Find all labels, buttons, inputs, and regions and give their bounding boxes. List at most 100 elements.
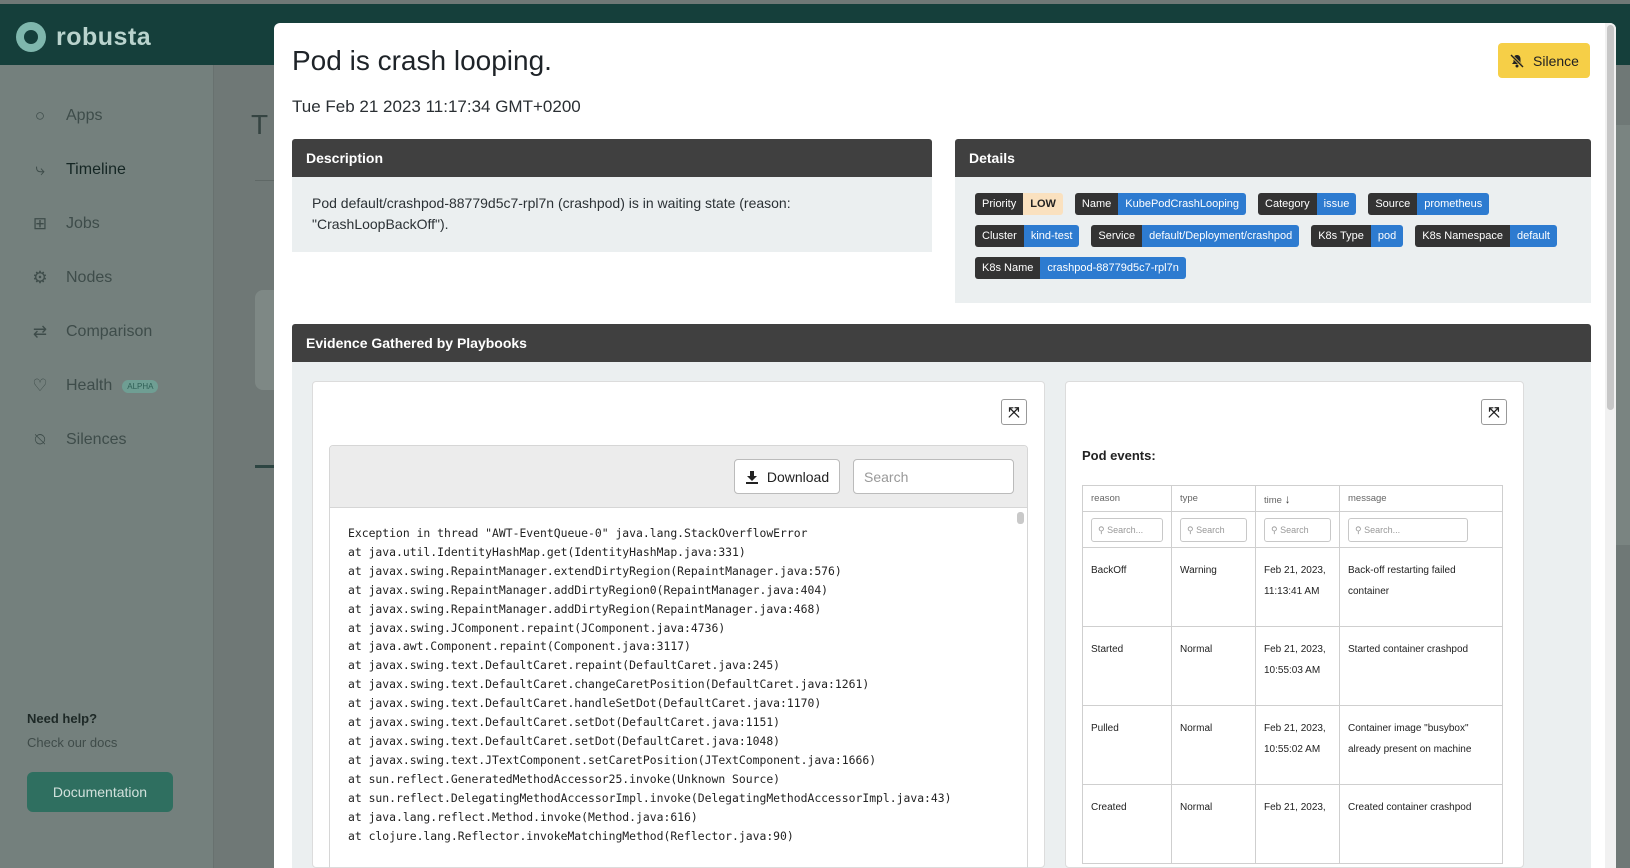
event-message: Started container crashpod [1339, 626, 1503, 706]
column-header-label: time [1264, 494, 1282, 506]
modal-title: Pod is crash looping. [292, 45, 552, 76]
tag-key: K8s Type [1311, 225, 1371, 247]
jobs-icon: ⊞ [32, 214, 48, 233]
evidence-panel: Evidence Gathered by Playbooks [292, 324, 1591, 362]
comparison-icon: ⇄ [32, 322, 48, 341]
tag-key: K8s Name [975, 257, 1041, 279]
details-panel: Details Priority LOW Name KubePodCrashLoop… [955, 139, 1591, 303]
log-scrollbar[interactable] [1017, 512, 1024, 524]
help-section: Need help? Check our docs [27, 711, 117, 750]
tag-value: prometheus [1417, 193, 1490, 215]
silence-label: Silence [1533, 52, 1579, 69]
sidebar-item-label: Silences [66, 431, 127, 448]
robusta-logo[interactable]: robusta [16, 22, 151, 52]
time-filter-input[interactable]: ⚲ Search [1264, 517, 1331, 542]
sort-arrow-down-icon: ↓ [1284, 491, 1291, 506]
filter-cell: ⚲ Search [1255, 511, 1340, 548]
log-line: at clojure.lang.Reflector.invokeMatching… [348, 828, 794, 843]
expand-icon[interactable]: ⤧ [1001, 399, 1027, 425]
sidebar-item-silences[interactable]: ⍉ Silences [30, 430, 127, 450]
sidebar-item-label: Apps [66, 107, 103, 124]
search-icon: ⚲ [1355, 524, 1362, 535]
search-icon: ⚲ [1098, 524, 1105, 535]
description-text: Pod default/crashpod-88779d5c7-rpl7n (cr… [292, 177, 932, 252]
logo-text: robusta [56, 22, 152, 51]
log-line: at javax.swing.RepaintManager.addDirtyRe… [348, 582, 829, 597]
tag-value: KubePodCrashLooping [1118, 193, 1247, 215]
cell-text: Started container crashpod [1348, 644, 1469, 655]
alert-timestamp: Tue Feb 21 2023 11:17:34 GMT+0200 [292, 97, 581, 116]
type-filter-input[interactable]: ⚲ Search [1180, 517, 1247, 542]
cell-text: Started [1091, 644, 1124, 655]
column-header-time[interactable]: time ↓ [1255, 485, 1340, 512]
tag-value: crashpod-88779d5c7-rpl7n [1040, 257, 1186, 279]
log-search-input[interactable] [853, 459, 1014, 494]
details-header: Details [955, 139, 1591, 177]
log-text: Exception in thread "AWT-EventQueue-0" j… [330, 508, 1027, 861]
alpha-badge: ALPHA [122, 379, 159, 393]
nodes-icon: ⚙ [32, 268, 48, 287]
message-filter-input[interactable]: ⚲ Search... [1348, 517, 1468, 542]
log-line: at javax.swing.RepaintManager.addDirtyRe… [348, 601, 822, 616]
sidebar-item-comparison[interactable]: ⇄ Comparison [30, 322, 152, 342]
alert-modal: Pod is crash looping. Tue Feb 21 2023 11… [274, 23, 1616, 868]
cell-text: BackOff [1091, 565, 1127, 576]
expand-icon[interactable]: ⤧ [1481, 399, 1507, 425]
sidebar-item-label: Comparison [66, 323, 153, 340]
search-icon: ⚲ [1187, 524, 1194, 535]
filter-placeholder: Search [1196, 524, 1225, 535]
sidebar-item-label: Jobs [66, 215, 100, 232]
event-time: Feb 21, 2023, [1255, 784, 1340, 864]
reason-filter-input[interactable]: ⚲ Search... [1091, 517, 1163, 542]
description-header: Description [292, 139, 932, 177]
event-reason: Pulled [1082, 705, 1172, 785]
details-tags: Priority LOW Name KubePodCrashLooping Cate… [955, 177, 1591, 303]
column-header-reason[interactable]: reason [1082, 485, 1172, 512]
column-header-message[interactable]: message [1339, 485, 1503, 512]
cell-text: Normal [1180, 644, 1213, 655]
cell-text: Created container crashpod [1348, 802, 1472, 813]
sidebar-item-label: Nodes [66, 269, 113, 286]
tag-key: Priority [975, 193, 1024, 215]
tag-priority: Priority LOW [975, 193, 1063, 215]
tag-key: Source [1368, 193, 1418, 215]
tag-value: kind-test [1023, 225, 1080, 247]
log-line: Exception in thread "AWT-EventQueue-0" j… [348, 526, 808, 540]
tag-k8s-namespace: K8s Namespace default [1415, 225, 1557, 247]
column-header-type[interactable]: type [1171, 485, 1256, 512]
modal-scrollbar-thumb[interactable] [1607, 25, 1614, 410]
download-button[interactable]: Download [734, 459, 840, 494]
tag-k8s-name: K8s Name crashpod-88779d5c7-rpl7n [975, 257, 1186, 279]
tag-category: Category issue [1258, 193, 1357, 215]
sidebar-item-jobs[interactable]: ⊞ Jobs [30, 214, 100, 234]
logs-card: ⤧ Download Exception in thread "AWT-Even… [312, 381, 1045, 868]
event-time: Feb 21, 2023, 10:55:02 AM [1255, 705, 1340, 785]
sidebar-item-nodes[interactable]: ⚙ Nodes [30, 268, 112, 288]
filter-placeholder: Search [1280, 524, 1309, 535]
log-line: at javax.swing.text.DefaultCaret.handleS… [348, 696, 822, 711]
sidebar-item-timeline[interactable]: ⤷ Timeline [30, 160, 126, 180]
health-icon: ♡ [32, 376, 48, 395]
event-message: Container image "busybox" already present… [1339, 705, 1503, 785]
tag-source: Source prometheus [1368, 193, 1490, 215]
help-subtitle[interactable]: Check our docs [27, 735, 117, 750]
event-reason: BackOff [1082, 547, 1172, 627]
tag-value: issue [1316, 193, 1357, 215]
silence-button[interactable]: Silence [1498, 43, 1590, 78]
documentation-button[interactable]: Documentation [27, 772, 173, 812]
table-row: Pulled Normal Feb 21, 2023, 10:55:02 AM C… [1082, 705, 1503, 785]
modal-scrollbar[interactable] [1605, 23, 1616, 868]
pod-events-title: Pod events: [1082, 448, 1156, 463]
log-line: at javax.swing.JComponent.repaint(JCompo… [348, 620, 726, 635]
sidebar-item-health[interactable]: ♡ Health ALPHA [30, 376, 159, 396]
event-message: Back-off restarting failed container [1339, 547, 1503, 627]
log-line: at javax.swing.text.DefaultCaret.setDot(… [348, 733, 781, 748]
tag-service: Service default/Deployment/crashpod [1091, 225, 1300, 247]
log-line: at sun.reflect.GeneratedMethodAccessor25… [348, 771, 781, 786]
event-reason: Created [1082, 784, 1172, 864]
sidebar-item-apps[interactable]: ○ Apps [30, 106, 103, 126]
log-line: at javax.swing.RepaintManager.extendDirt… [348, 563, 842, 578]
description-panel: Description Pod default/crashpod-88779d5… [292, 139, 932, 252]
tag-value: LOW [1023, 193, 1063, 215]
event-type: Warning [1171, 547, 1256, 627]
